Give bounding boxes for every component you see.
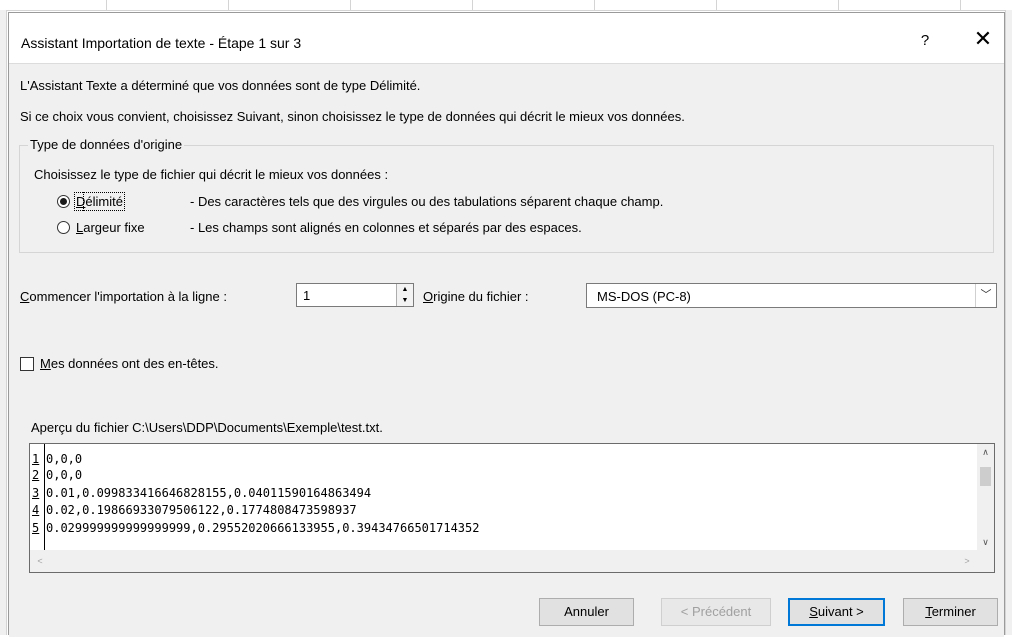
sheet-column-divider (350, 0, 351, 10)
cancel-button[interactable]: Annuler (539, 598, 634, 626)
scroll-up-icon[interactable]: ∧ (977, 444, 994, 460)
headers-checkbox-row[interactable]: Mes données ont des en-têtes. (20, 356, 219, 371)
spreadsheet-edge-right (1005, 10, 1012, 635)
start-row-spinner[interactable]: 1 ▲ ▼ (296, 283, 414, 307)
preview-line: 3 0.01,0.099833416646828155,0.04011590164… (30, 485, 371, 501)
close-icon[interactable]: ✕ (972, 28, 994, 50)
dialog-title: Assistant Importation de texte - Étape 1… (21, 35, 302, 51)
scroll-left-icon[interactable]: < (32, 550, 48, 572)
file-origin-select[interactable]: MS-DOS (PC-8) ﹀ (586, 283, 997, 308)
sheet-column-divider (472, 0, 473, 10)
scroll-down-icon[interactable]: ∨ (977, 534, 994, 550)
preview-line-number: 3 (32, 486, 40, 500)
spreadsheet-background (0, 0, 1012, 11)
radio-button-checked[interactable] (57, 194, 70, 208)
preview-line-text: 0.02,0.19866933079506122,0.1774808473598… (46, 503, 357, 517)
radio-delimited[interactable]: Délimité - Des caractères tels que des v… (57, 191, 664, 211)
spin-down-icon[interactable]: ▼ (397, 295, 413, 306)
data-type-group-title: Type de données d'origine (28, 137, 185, 152)
preview-vertical-scrollbar[interactable]: ∧ ∨ (977, 444, 994, 550)
file-origin-label: Origine du fichier : (423, 289, 529, 304)
preview-horizontal-scrollbar[interactable]: < > (30, 550, 977, 572)
radio-delimited-description: - Des caractères tels que des virgules o… (190, 193, 664, 209)
dialog-content: L'Assistant Texte a déterminé que vos do… (9, 63, 1004, 637)
intro-line-1: L'Assistant Texte a déterminé que vos do… (20, 78, 421, 93)
intro-line-2: Si ce choix vous convient, choisissez Su… (20, 109, 685, 124)
sheet-column-divider (106, 0, 107, 10)
preview-line-text: 0.01,0.099833416646828155,0.040115901648… (46, 486, 372, 500)
radio-delimited-label[interactable]: Délimité (74, 191, 190, 211)
spreadsheet-edge-left (0, 10, 7, 635)
start-row-label: Commencer l'importation à la ligne : (20, 289, 227, 304)
radio-fixed-width[interactable]: Largeur fixe - Les champs sont alignés e… (57, 218, 582, 236)
preview-line-number: 5 (32, 521, 40, 535)
data-type-group-description: Choisissez le type de fichier qui décrit… (34, 167, 389, 182)
previous-button[interactable]: < Précédent (661, 598, 771, 626)
scrollbar-corner (977, 550, 994, 572)
preview-line-number: 1 (32, 452, 40, 466)
chevron-down-icon[interactable]: ﹀ (975, 284, 996, 307)
preview-line-number: 4 (32, 503, 40, 517)
sheet-column-divider (838, 0, 839, 10)
headers-checkbox-label[interactable]: Mes données ont des en-têtes. (40, 356, 219, 371)
scroll-right-icon[interactable]: > (959, 550, 975, 572)
preview-line-text: 0.029999999999999999,0.29552020666133955… (46, 521, 480, 535)
headers-checkbox[interactable] (20, 356, 34, 371)
sheet-column-divider (594, 0, 595, 10)
preview-line: 5 0.029999999999999999,0.2955202066613395… (30, 520, 479, 536)
start-row-value[interactable]: 1 (303, 288, 310, 303)
preview-label: Aperçu du fichier C:\Users\DDP\Documents… (31, 420, 383, 435)
data-type-groupbox: Type de données d'origine Choisissez le … (19, 137, 994, 253)
text-import-wizard-dialog: Assistant Importation de texte - Étape 1… (8, 12, 1005, 637)
preview-line: 4 0.02,0.19866933079506122,0.177480847359… (30, 502, 357, 518)
dialog-titlebar: Assistant Importation de texte - Étape 1… (9, 13, 1004, 63)
preview-line-text: 0,0,0 (46, 468, 83, 482)
preview-line: 2 0,0,0 (30, 467, 82, 483)
finish-button[interactable]: Terminer (903, 598, 998, 626)
file-origin-value: MS-DOS (PC-8) (597, 289, 691, 304)
file-preview[interactable]: 1 0,0,0 2 0,0,0 3 0.01,0.099833416646828155… (29, 443, 995, 573)
preview-line: 1 0,0,0 (30, 451, 82, 467)
preview-line-number: 2 (32, 468, 40, 482)
radio-button-unchecked[interactable] (57, 220, 70, 234)
help-icon[interactable]: ? (917, 32, 933, 49)
sheet-column-divider (716, 0, 717, 10)
scroll-thumb[interactable] (980, 467, 991, 486)
sheet-column-divider (960, 0, 961, 10)
spinner-buttons: ▲ ▼ (396, 284, 413, 306)
sheet-column-divider (228, 0, 229, 10)
radio-fixed-width-label[interactable]: Largeur fixe (76, 220, 190, 235)
next-button[interactable]: Suivant > (788, 598, 885, 626)
preview-line-text: 0,0,0 (46, 452, 83, 466)
radio-fixed-width-description: - Les champs sont alignés en colonnes et… (190, 219, 582, 235)
